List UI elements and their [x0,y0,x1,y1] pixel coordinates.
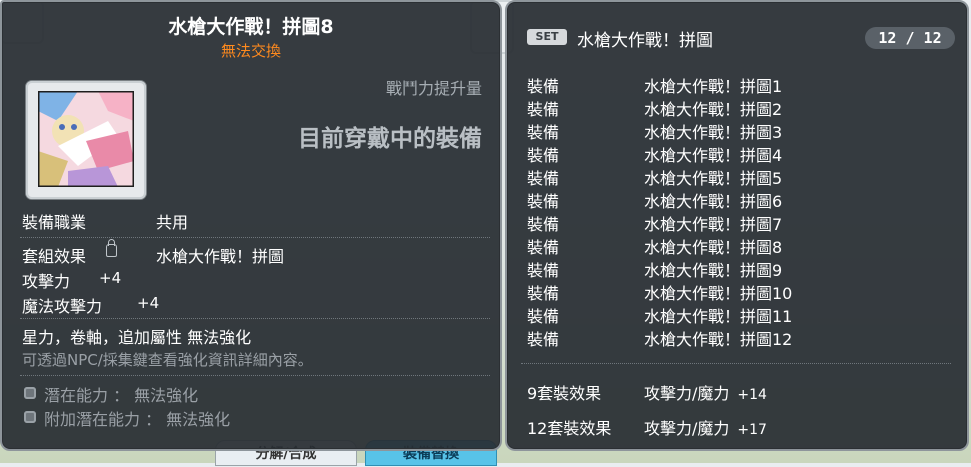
attack-label: 攻擊力 [22,272,71,291]
trade-status: 無法交換 [220,42,281,60]
set-item-type: 裝備 [527,307,560,326]
set-effect-tooltip: SET 水槍大作戰！拼圖 12 / 12 裝備 水槍大作戰！拼圖1 裝備 水槍大作戰… [505,0,969,451]
enhance-hint: 可透過NPC/採集鍵查看強化資訊詳細內容。 [22,351,313,369]
set-item-name: 水槍大作戰！拼圖8 [644,238,783,257]
set-item-type: 裝備 [527,123,560,142]
set-effect-value: 水槍大作戰！拼圖 [156,247,285,266]
potential-icon [24,387,36,399]
set-item-row: 裝備 水槍大作戰！拼圖2 [527,96,782,120]
potential-text: 潛在能力 ： 無法強化 [44,386,199,405]
set-item-row: 裝備 水槍大作戰！拼圖9 [527,257,782,281]
set-item-row: 裝備 水槍大作戰！拼圖7 [527,211,782,235]
set-item-name: 水槍大作戰！拼圖6 [644,192,783,211]
item-icon-frame [26,81,146,199]
set-bonus-stat: 攻擊力/魔力 [644,384,730,403]
set-item-row: 裝備 水槍大作戰！拼圖10 [527,280,792,304]
set-item-type: 裝備 [527,330,560,349]
set-item-name: 水槍大作戰！拼圖11 [644,307,793,326]
job-label: 裝備職業 [22,213,87,232]
set-item-type: 裝備 [527,238,560,257]
set-bonus-value: +14 [737,387,767,403]
set-bonus-row: 12套裝效果 攻擊力/魔力 +17 [527,415,767,439]
set-item-type: 裝備 [527,261,560,280]
divider [20,375,490,376]
divider [20,237,490,238]
set-item-type: 裝備 [527,192,560,211]
set-item-type: 裝備 [527,100,560,119]
set-name: 水槍大作戰！拼圖 [577,31,713,51]
set-item-type: 裝備 [527,169,560,188]
additional-potential-icon [24,411,36,423]
set-bonus-label: 9套裝效果 [527,384,602,403]
set-item-type: 裝備 [527,146,560,165]
combat-power-label: 戰鬥力提升量 [385,79,482,98]
divider [20,318,490,319]
set-item-name: 水槍大作戰！拼圖5 [644,169,783,188]
set-item-type: 裝備 [527,284,560,303]
set-bonus-stat: 攻擊力/魔力 [644,419,730,438]
set-item-name: 水槍大作戰！拼圖12 [644,330,793,349]
magic-attack-label: 魔法攻擊力 [22,297,103,316]
set-item-row: 裝備 水槍大作戰！拼圖11 [527,303,792,327]
divider [521,363,951,364]
set-item-name: 水槍大作戰！拼圖3 [644,123,783,142]
additional-potential-text: 附加潛在能力 ： 無法強化 [44,410,231,429]
set-item-name: 水槍大作戰！拼圖1 [644,77,783,96]
equipped-notice: 目前穿戴中的裝備 [298,126,482,152]
set-count: 12 / 12 [865,27,955,49]
attack-value: +4 [99,269,122,287]
set-item-row: 裝備 水槍大作戰！拼圖8 [527,234,782,258]
set-badge: SET [527,29,567,45]
set-bonus-row: 9套裝效果 攻擊力/魔力 +14 [527,380,767,404]
set-item-row: 裝備 水槍大作戰！拼圖1 [527,73,782,97]
item-tooltip: 水槍大作戰！拼圖8 無法交換 戰鬥力提升量 目前穿戴中的裝備 裝備職業 共用 套… [0,0,502,451]
set-item-name: 水槍大作戰！拼圖7 [644,215,783,234]
set-item-row: 裝備 水槍大作戰！拼圖5 [527,165,782,189]
set-item-name: 水槍大作戰！拼圖10 [644,284,793,303]
set-item-type: 裝備 [527,215,560,234]
lock-icon [106,239,117,257]
set-item-type: 裝備 [527,77,560,96]
set-item-row: 裝備 水槍大作戰！拼圖12 [527,326,792,350]
set-item-name: 水槍大作戰！拼圖2 [644,100,783,119]
job-value: 共用 [156,213,189,232]
enhance-note: 星力，卷軸，追加屬性 無法強化 [22,328,252,347]
set-item-name: 水槍大作戰！拼圖4 [644,146,783,165]
set-item-name: 水槍大作戰！拼圖9 [644,261,783,280]
set-effect-label: 套組效果 [22,247,87,266]
set-item-row: 裝備 水槍大作戰！拼圖6 [527,188,782,212]
set-item-row: 裝備 水槍大作戰！拼圖4 [527,142,782,166]
set-bonus-label: 12套裝效果 [527,419,612,438]
item-name: 水槍大作戰！拼圖8 [168,16,334,38]
set-item-row: 裝備 水槍大作戰！拼圖3 [527,119,782,143]
magic-attack-value: +4 [137,294,160,312]
set-bonus-value: +17 [737,422,767,438]
puzzle-piece-icon [38,91,134,187]
